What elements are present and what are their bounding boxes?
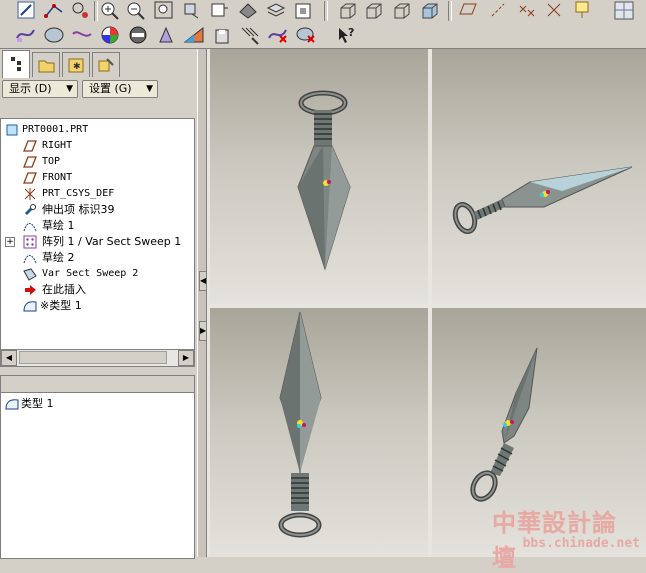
- datum-point-icon[interactable]: [68, 0, 92, 22]
- settings-dropdown[interactable]: 设置 (G) ▼: [82, 80, 158, 98]
- sketch-icon[interactable]: [14, 0, 38, 22]
- model-tree-settings-icon[interactable]: [126, 24, 150, 46]
- kunai-model: [452, 166, 633, 235]
- datum-plane-icon: [23, 155, 37, 169]
- scroll-thumb[interactable]: [19, 351, 167, 364]
- surface-analysis-icon[interactable]: [182, 24, 206, 46]
- sketch-icon: [23, 219, 37, 233]
- annotation-display-icon[interactable]: [570, 0, 594, 22]
- toolbar: ?: [0, 0, 646, 49]
- navigator-panel: ✱ 显示 (D) ▼ 设置 (G) ▼ PRT0001.PRT RIGHT TO…: [0, 49, 197, 559]
- shading-icon[interactable]: [418, 0, 442, 22]
- chevron-down-icon: ▼: [146, 84, 153, 94]
- settings-dropdown-label: 设置 (G): [89, 82, 132, 95]
- layers-icon[interactable]: [264, 0, 288, 22]
- tree-item-label: 阵列 1 / Var Sect Sweep 1: [42, 235, 182, 248]
- datum-plane-icon: [23, 139, 37, 153]
- tree-item-label: 伸出项 标识39: [42, 203, 115, 216]
- layer-panel-header: [1, 376, 194, 393]
- model-tree-tab[interactable]: [2, 50, 30, 78]
- watermark: 中華設計論壇 bbs.chinade.net: [492, 503, 640, 572]
- datum-axis-display-icon[interactable]: [486, 0, 510, 22]
- tree-item-label: 草绘 1: [42, 219, 75, 232]
- sweep-feature-icon: [23, 267, 37, 281]
- favorites-tab[interactable]: ✱: [62, 52, 90, 77]
- type-icon: [5, 397, 19, 411]
- tree-item-label: ※类型 1: [40, 299, 82, 312]
- tree-item-label: RIGHT: [42, 140, 73, 151]
- show-dropdown[interactable]: 显示 (D) ▼: [2, 80, 78, 98]
- layer-panel: 类型 1: [0, 375, 195, 559]
- sweep-icon[interactable]: [14, 24, 38, 46]
- show-dropdown-label: 显示 (D): [9, 82, 52, 95]
- hidden-line-icon[interactable]: [362, 0, 386, 22]
- datum-point-display-icon[interactable]: [514, 0, 538, 22]
- no-hidden-icon[interactable]: [390, 0, 414, 22]
- tree-horizontal-scrollbar[interactable]: ◀ ▶: [0, 349, 195, 367]
- scroll-right-icon[interactable]: ▶: [178, 350, 194, 366]
- csys-display-icon[interactable]: [542, 0, 566, 22]
- hatch-icon[interactable]: [238, 24, 262, 46]
- kunai-model: [297, 90, 351, 271]
- kunai-model: [278, 311, 322, 538]
- zoom-in-icon[interactable]: [98, 0, 122, 22]
- zoom-out-icon[interactable]: [124, 0, 148, 22]
- sketch-icon: [23, 251, 37, 265]
- wireframe-icon[interactable]: [336, 0, 360, 22]
- tree-item-label: PRT0001.PRT: [22, 124, 89, 135]
- right-view[interactable]: 中華設計論壇 bbs.chinade.net: [432, 308, 646, 572]
- layer-item-label: 类型 1: [21, 397, 54, 410]
- datum-plane-icon: [23, 171, 37, 185]
- chevron-down-icon: ▼: [66, 84, 73, 94]
- tree-item-label: Var Sect Sweep 2: [42, 268, 139, 279]
- type-icon: [23, 299, 37, 313]
- scroll-left-icon[interactable]: ◀: [1, 350, 17, 366]
- refit-icon[interactable]: [152, 0, 176, 22]
- view-manager-icon[interactable]: [292, 0, 316, 22]
- blend-icon[interactable]: [42, 24, 66, 46]
- context-help-icon[interactable]: ?: [334, 24, 358, 46]
- svg-text:✱: ✱: [73, 62, 81, 72]
- svg-text:?: ?: [348, 26, 354, 39]
- watermark-url: bbs.chinade.net: [522, 536, 640, 551]
- navigator-tabs: ✱: [0, 49, 197, 78]
- insert-here-arrow-icon: [23, 283, 37, 297]
- delete-all-icon[interactable]: [294, 24, 318, 46]
- iso-view[interactable]: [432, 49, 646, 304]
- pattern-icon: [23, 235, 37, 249]
- part-icon: [5, 123, 19, 137]
- tree-item-label: TOP: [42, 156, 61, 167]
- expand-icon[interactable]: +: [5, 237, 15, 247]
- analysis-icon[interactable]: [154, 24, 178, 46]
- reorient-icon[interactable]: [180, 0, 204, 22]
- collapse-left-icon[interactable]: ◀: [199, 271, 207, 291]
- variable-sweep-icon[interactable]: [70, 24, 94, 46]
- delete-analysis-icon[interactable]: [266, 24, 290, 46]
- datum-axis-icon[interactable]: [42, 0, 66, 22]
- view-select-icon[interactable]: [208, 0, 232, 22]
- model-tree: PRT0001.PRT RIGHT TOP FRONT PRT_CSYS_DEF…: [0, 118, 195, 350]
- tree-item-label: PRT_CSYS_DEF: [42, 188, 115, 199]
- connections-tab[interactable]: [92, 52, 120, 77]
- folder-browser-tab[interactable]: [32, 52, 60, 77]
- expand-right-icon[interactable]: ▶: [199, 321, 207, 341]
- panel-splitter[interactable]: ◀ ▶: [197, 49, 207, 557]
- grid-display-icon[interactable]: [612, 0, 636, 22]
- protrusion-icon: [23, 203, 37, 217]
- color-appearance-icon[interactable]: [98, 24, 122, 46]
- tree-item-label: FRONT: [42, 172, 73, 183]
- datum-plane-display-icon[interactable]: [456, 0, 480, 22]
- front-view[interactable]: [210, 49, 428, 304]
- tree-item-label: 草绘 2: [42, 251, 75, 264]
- graphics-window[interactable]: 中華設計論壇 bbs.chinade.net: [207, 49, 646, 572]
- saved-views-icon[interactable]: [236, 0, 260, 22]
- csys-icon: [23, 187, 37, 201]
- top-view[interactable]: [210, 308, 428, 557]
- tree-item-label: 在此插入: [42, 283, 86, 296]
- save-analysis-icon[interactable]: [210, 24, 234, 46]
